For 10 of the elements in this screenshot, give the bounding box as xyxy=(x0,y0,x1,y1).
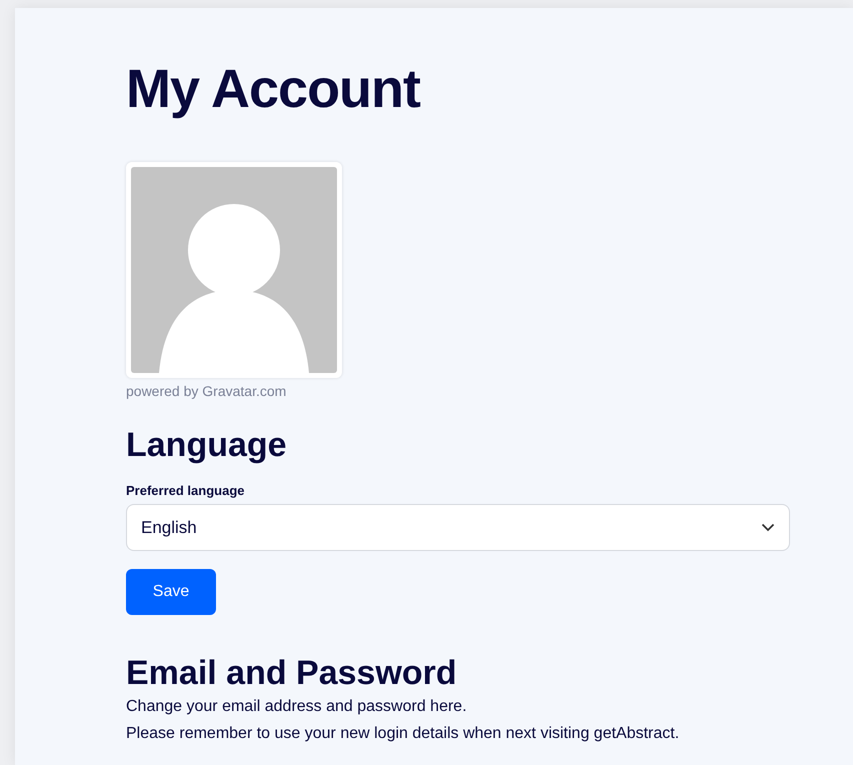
field-label: Preferred language xyxy=(126,483,246,498)
description-text: Change your email address and password here. xyxy=(126,697,468,717)
page-title: My Account xyxy=(126,58,422,121)
description-text: Please remember to use your new login details when next visiting getAbstract. xyxy=(126,724,680,744)
language-dropdown[interactable]: English xyxy=(126,504,790,551)
chevron-icon xyxy=(761,523,775,532)
section-heading: Email and Password xyxy=(126,653,458,693)
section-heading: Language xyxy=(126,425,288,465)
save-button[interactable]: Save xyxy=(126,569,216,615)
gravatar-caption: powered by Gravatar.com xyxy=(126,383,288,399)
